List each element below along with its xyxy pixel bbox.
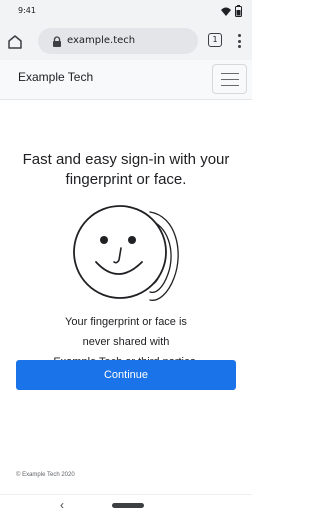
url-text: example.tech bbox=[67, 35, 136, 46]
home-gesture-pill[interactable] bbox=[112, 503, 144, 508]
face-fingerprint-illustration bbox=[68, 200, 188, 310]
address-bar[interactable]: example.tech bbox=[38, 28, 198, 54]
menu-icon[interactable] bbox=[234, 32, 246, 50]
site-brand[interactable]: Example Tech bbox=[18, 70, 93, 84]
page-headline: Fast and easy sign-in with your fingerpr… bbox=[22, 151, 230, 188]
description-line: never shared with bbox=[82, 336, 170, 348]
lock-icon bbox=[52, 35, 62, 47]
back-icon[interactable]: ‹ bbox=[60, 499, 64, 511]
hamburger-icon[interactable] bbox=[212, 64, 247, 94]
home-icon bbox=[8, 35, 22, 49]
continue-button[interactable]: Continue bbox=[16, 360, 236, 390]
description-line: Your fingerprint or face is bbox=[65, 316, 187, 328]
status-icons bbox=[220, 5, 242, 17]
battery-icon bbox=[235, 5, 242, 17]
site-header: Example Tech bbox=[0, 60, 252, 100]
home-button[interactable] bbox=[6, 33, 24, 51]
tabs-icon[interactable]: 1 bbox=[208, 33, 222, 47]
footer-copyright: © Example Tech 2020 bbox=[16, 472, 75, 478]
status-time: 9:41 bbox=[18, 6, 36, 15]
system-nav-bar: ‹ bbox=[0, 494, 252, 516]
status-bar: 9:41 bbox=[0, 0, 252, 24]
browser-toolbar: example.tech 1 bbox=[0, 24, 252, 60]
